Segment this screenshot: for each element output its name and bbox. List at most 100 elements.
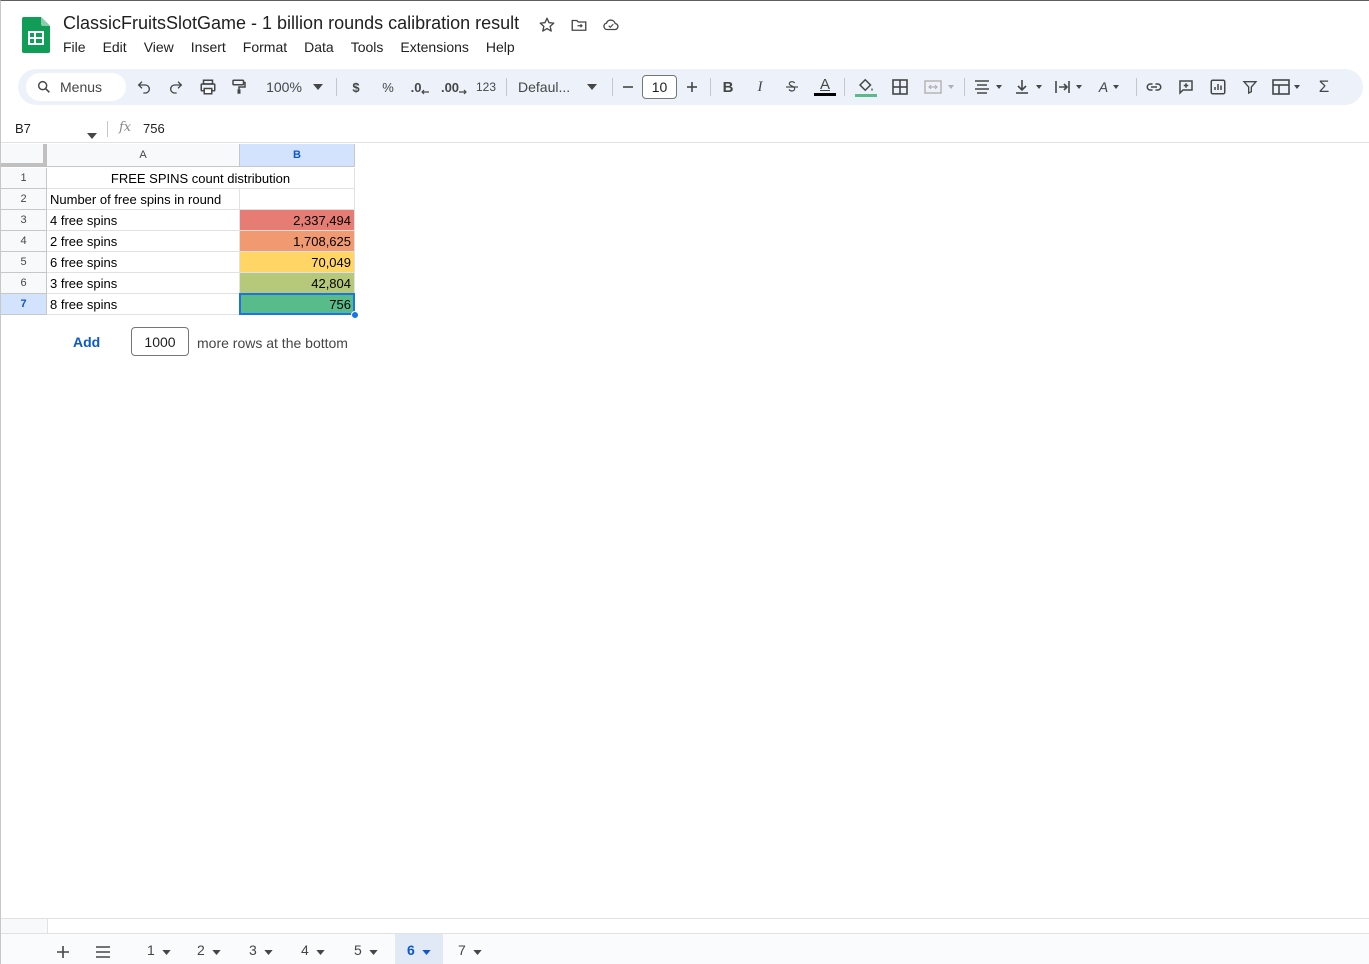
cell-a1[interactable]: FREE SPINS count distribution	[47, 168, 355, 189]
percent-format-button[interactable]: %	[378, 69, 398, 105]
row-header[interactable]: 7	[1, 294, 47, 315]
menu-tools[interactable]: Tools	[351, 39, 384, 55]
zoom-select[interactable]: 100%	[262, 69, 306, 105]
sheet-tab-label: 6	[407, 942, 415, 958]
all-sheets-icon[interactable]	[91, 940, 115, 964]
insert-link-icon[interactable]	[1144, 69, 1164, 105]
document-title[interactable]: ClassicFruitsSlotGame - 1 billion rounds…	[63, 13, 519, 34]
filter-views-icon[interactable]	[1270, 69, 1304, 105]
sheet-tab-dropdown-icon[interactable]	[264, 942, 273, 958]
cell-b7[interactable]: 756	[240, 294, 355, 315]
cell-b6[interactable]: 42,804	[240, 273, 355, 294]
row-header[interactable]: 4	[1, 231, 47, 252]
cell-b2[interactable]	[240, 189, 355, 210]
name-box-dropdown-icon[interactable]	[87, 126, 97, 144]
sheet-tab-7[interactable]: 7	[446, 934, 494, 964]
sheet-tab-1[interactable]: 1	[135, 934, 183, 964]
cell-b5[interactable]: 70,049	[240, 252, 355, 273]
font-family-select[interactable]: Defaul...	[518, 69, 578, 105]
cell-a5[interactable]: 6 free spins	[47, 252, 240, 273]
row-header[interactable]: 6	[1, 273, 47, 294]
menu-insert[interactable]: Insert	[191, 39, 226, 55]
sheet-tab-dropdown-icon[interactable]	[369, 942, 378, 958]
sheet-tab-3[interactable]: 3	[237, 934, 285, 964]
star-icon[interactable]	[537, 15, 557, 35]
search-icon	[37, 80, 50, 93]
fill-color-button[interactable]	[854, 69, 878, 105]
text-wrapping-icon[interactable]	[1052, 69, 1086, 105]
cell-b3[interactable]: 2,337,494	[240, 210, 355, 231]
add-sheet-icon[interactable]	[51, 940, 75, 964]
column-header-b[interactable]: B	[240, 144, 355, 167]
row-header[interactable]: 1	[1, 168, 47, 189]
sheet-tab-label: 2	[197, 942, 205, 958]
menu-edit[interactable]: Edit	[103, 39, 127, 55]
text-color-swatch	[814, 93, 836, 96]
menus-search-button[interactable]: Menus	[26, 73, 126, 101]
sheet-tab-6[interactable]: 6	[395, 934, 443, 964]
functions-button[interactable]: Σ	[1314, 69, 1334, 105]
italic-button[interactable]: I	[750, 69, 770, 105]
increase-font-size-icon[interactable]	[682, 69, 702, 105]
zoom-dropdown-icon[interactable]	[310, 69, 326, 105]
increase-decimal-button[interactable]: .00	[440, 69, 468, 105]
row-header[interactable]: 2	[1, 189, 47, 210]
sheet-tab-dropdown-icon[interactable]	[316, 942, 325, 958]
font-dropdown-icon[interactable]	[584, 69, 600, 105]
row-header[interactable]: 3	[1, 210, 47, 231]
sheet-tab-dropdown-icon[interactable]	[422, 942, 431, 958]
menu-file[interactable]: File	[63, 39, 86, 55]
cell-a2[interactable]: Number of free spins in round	[47, 189, 240, 210]
move-folder-icon[interactable]	[569, 15, 589, 35]
strikethrough-icon[interactable]	[782, 69, 802, 105]
cell-a6[interactable]: 3 free spins	[47, 273, 240, 294]
sheet-tab-dropdown-icon[interactable]	[473, 942, 482, 958]
insert-chart-icon[interactable]	[1208, 69, 1228, 105]
text-rotation-button[interactable]: A	[1094, 69, 1128, 105]
name-box[interactable]: B7	[15, 121, 31, 136]
sheet-tab-dropdown-icon[interactable]	[162, 942, 171, 958]
vertical-align-icon[interactable]	[1012, 69, 1046, 105]
row-header[interactable]: 5	[1, 252, 47, 273]
sheet-tab-dropdown-icon[interactable]	[212, 942, 221, 958]
add-rows-button[interactable]: Add	[73, 334, 100, 350]
currency-format-button[interactable]: $	[346, 69, 366, 105]
cell-a7[interactable]: 8 free spins	[47, 294, 240, 315]
insert-comment-icon[interactable]	[1176, 69, 1196, 105]
menu-data[interactable]: Data	[304, 39, 334, 55]
sheets-logo-icon[interactable]	[22, 17, 50, 53]
menu-help[interactable]: Help	[486, 39, 515, 55]
decrease-font-size-icon[interactable]	[618, 69, 638, 105]
font-size-input[interactable]: 10	[642, 75, 677, 99]
sheet-tab-4[interactable]: 4	[289, 934, 337, 964]
menu-extensions[interactable]: Extensions	[400, 39, 468, 55]
more-formats-button[interactable]: 123	[474, 69, 498, 105]
decrease-decimal-label: .0	[410, 79, 422, 95]
horizontal-scrollbar[interactable]	[1, 918, 1369, 933]
formula-input[interactable]: 756	[143, 121, 165, 136]
column-header-a[interactable]: A	[47, 144, 240, 167]
select-all-corner[interactable]	[1, 144, 47, 167]
undo-icon[interactable]	[134, 69, 154, 105]
cloud-status-icon[interactable]	[601, 15, 621, 35]
sheet-tab-2[interactable]: 2	[185, 934, 233, 964]
print-icon[interactable]	[198, 69, 218, 105]
sheet-tab-5[interactable]: 5	[342, 934, 390, 964]
filter-icon[interactable]	[1240, 69, 1260, 105]
increase-decimal-label: .00	[440, 79, 460, 95]
bold-button[interactable]: B	[718, 69, 738, 105]
cell-a4[interactable]: 2 free spins	[47, 231, 240, 252]
cell-b4[interactable]: 1,708,625	[240, 231, 355, 252]
decrease-decimal-button[interactable]: .0	[408, 69, 432, 105]
horizontal-align-icon[interactable]	[972, 69, 1006, 105]
paint-format-icon[interactable]	[229, 69, 249, 105]
cell-a3[interactable]: 4 free spins	[47, 210, 240, 231]
text-color-button[interactable]: A	[812, 69, 838, 105]
redo-icon[interactable]	[166, 69, 186, 105]
menu-view[interactable]: View	[144, 39, 174, 55]
rows-count-input[interactable]: 1000	[131, 327, 189, 356]
borders-icon[interactable]	[890, 69, 910, 105]
fill-handle[interactable]	[351, 311, 359, 319]
merge-cells-icon[interactable]	[922, 69, 958, 105]
menu-format[interactable]: Format	[243, 39, 287, 55]
